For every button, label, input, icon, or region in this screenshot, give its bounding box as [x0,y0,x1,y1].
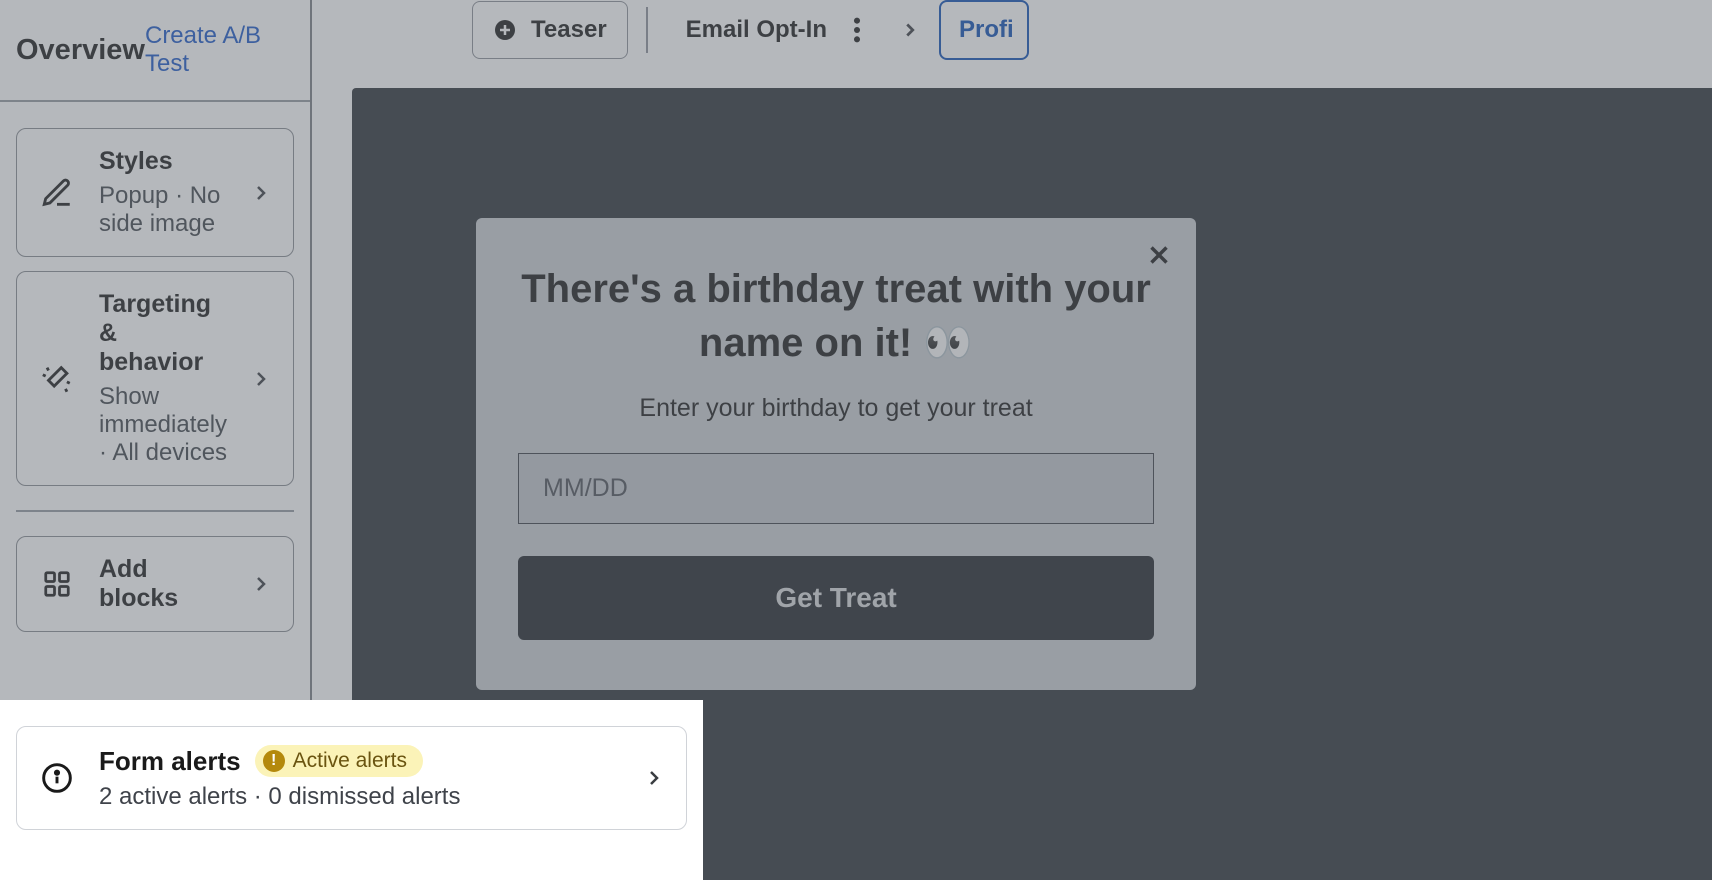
more-vertical-icon[interactable] [853,16,861,44]
divider [16,510,294,512]
sidebar-header: Overview Create A/B Test [0,0,310,102]
chevron-right-icon [249,181,273,205]
teaser-chip[interactable]: Teaser [472,1,628,59]
chevron-right-icon [899,19,921,41]
chevron-right-icon [642,766,666,790]
preview-toolbar: Teaser Email Opt-In Profi [312,0,1712,60]
targeting-title: Targeting & behavior [99,290,227,377]
add-blocks-card[interactable]: Add blocks [16,536,294,632]
styles-subtitle: Popup · No side image [99,182,227,238]
active-alerts-badge: ! Active alerts [255,745,423,777]
optin-label: Email Opt-In [686,16,827,44]
popup-preview: There's a birthday treat with your name … [476,218,1196,690]
add-blocks-title: Add blocks [99,555,227,613]
styles-title: Styles [99,147,227,176]
active-alerts-badge-label: Active alerts [293,749,407,773]
chevron-right-icon [249,572,273,596]
sidebar-title: Overview [16,34,145,67]
blocks-grid-icon [37,569,77,599]
form-alerts-subtitle: 2 active alerts · 0 dismissed alerts [99,783,620,811]
form-alerts-card[interactable]: Form alerts ! Active alerts 2 active ale… [16,726,687,830]
chevron-right-icon [249,367,273,391]
teaser-label: Teaser [531,16,607,44]
popup-subtext: Enter your birthday to get your treat [518,394,1154,423]
profile-step-chip[interactable]: Profi [939,0,1029,60]
popup-headline: There's a birthday treat with your name … [518,262,1154,370]
create-ab-test-link[interactable]: Create A/B Test [145,22,290,78]
pencil-icon [37,176,77,210]
get-treat-button[interactable]: Get Treat [518,556,1154,640]
profile-label: Profi [959,16,1014,43]
targeting-subtitle: Show immediately · All devices [99,383,227,467]
magic-wand-icon [37,362,77,396]
close-icon[interactable] [1144,240,1174,270]
birthday-input[interactable] [518,453,1154,524]
form-alerts-title: Form alerts [99,746,241,777]
toolbar-divider [646,7,648,53]
alert-badge-icon: ! [263,750,285,772]
info-icon [37,762,77,794]
styles-card[interactable]: Styles Popup · No side image [16,128,294,257]
plus-circle-icon [493,18,517,42]
optin-step[interactable]: Email Opt-In [666,2,881,58]
targeting-card[interactable]: Targeting & behavior Show immediately · … [16,271,294,486]
